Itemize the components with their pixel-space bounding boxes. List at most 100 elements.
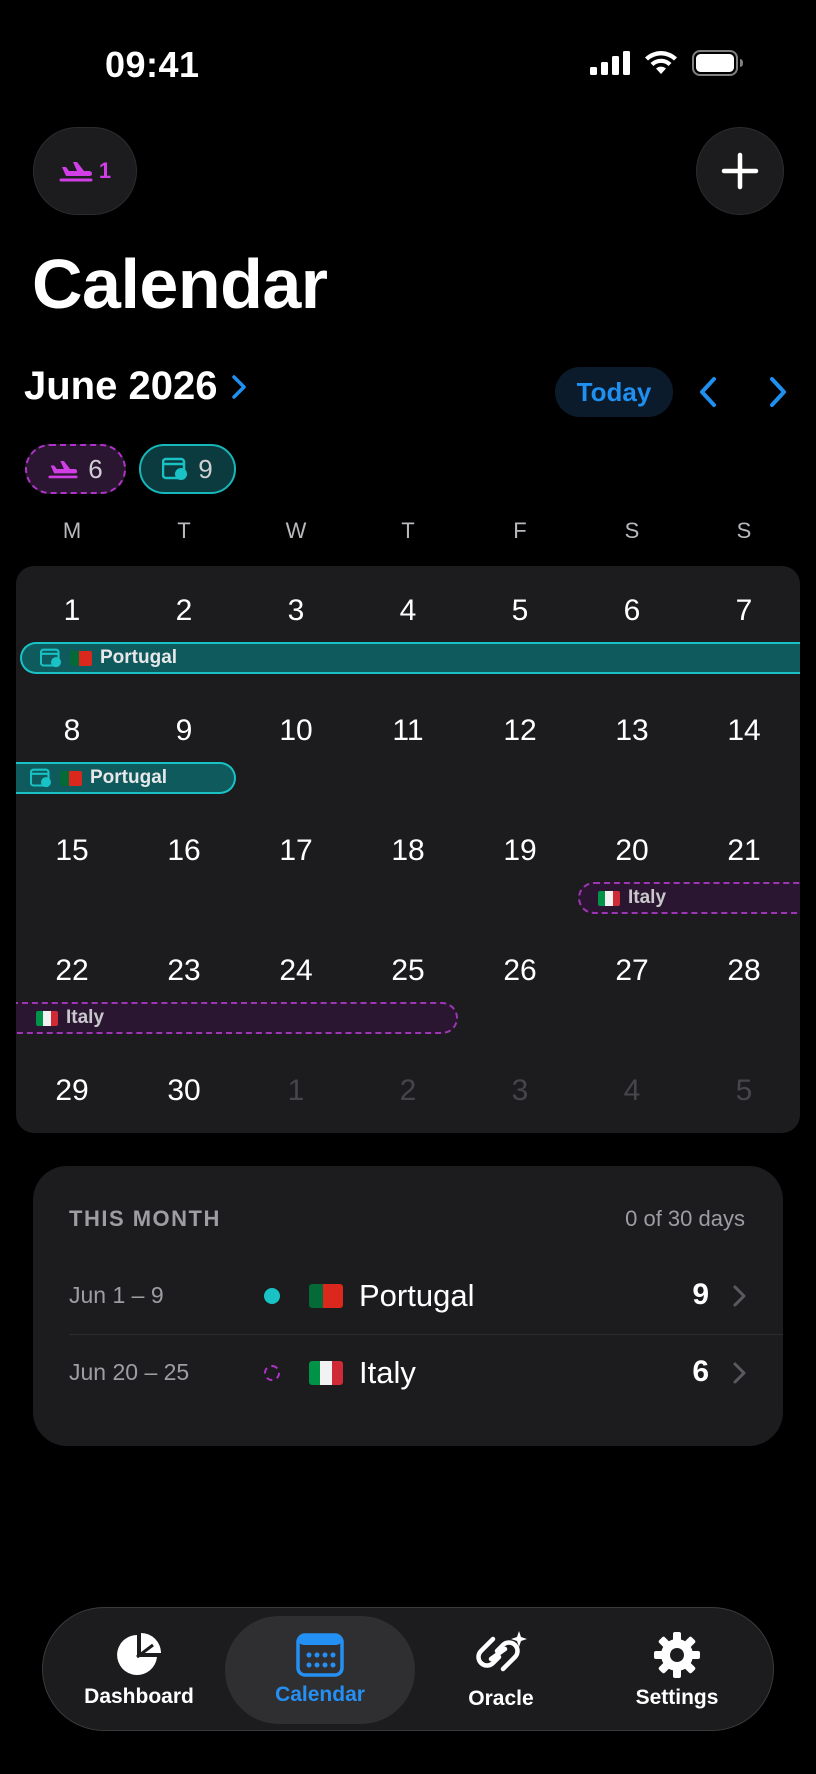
plane-landing-icon <box>59 162 93 182</box>
tab-label: Settings <box>635 1686 719 1709</box>
calendar-day[interactable]: 4 <box>576 1074 688 1108</box>
calendar-day[interactable]: 5 <box>464 594 576 628</box>
trip-country: Portugal <box>359 1278 475 1313</box>
trip-dates: Jun 1 – 9 <box>69 1282 164 1308</box>
summary-trip-row[interactable]: Jun 20 – 25 Italy 6 <box>33 1335 783 1411</box>
calendar-day[interactable]: 24 <box>240 954 352 988</box>
calendar-day[interactable]: 4 <box>352 594 464 628</box>
calendar-day[interactable]: 13 <box>576 714 688 748</box>
calendar-day[interactable]: 14 <box>688 714 800 748</box>
tab-calendar[interactable]: Calendar <box>225 1616 415 1724</box>
portugal-flag-icon <box>309 1284 343 1308</box>
calendar-day[interactable]: 28 <box>688 954 800 988</box>
calendar-day[interactable]: 6 <box>576 594 688 628</box>
calendar-day[interactable]: 1 <box>16 594 128 628</box>
confirmed-trips-filter[interactable]: 9 <box>139 444 236 494</box>
calendar-day[interactable]: 17 <box>240 834 352 868</box>
confirmed-count: 9 <box>198 453 213 484</box>
trip-bar-label: Italy <box>66 1007 105 1028</box>
calendar-check-icon <box>162 457 188 480</box>
status-time: 09:41 <box>105 44 200 85</box>
wifi-icon <box>645 51 677 74</box>
calendar-day[interactable]: 19 <box>464 834 576 868</box>
gear-icon <box>654 1632 700 1678</box>
previous-month-button[interactable] <box>688 372 728 412</box>
chevron-right-icon <box>232 374 247 399</box>
calendar-icon <box>296 1633 344 1677</box>
calendar-day[interactable]: 3 <box>464 1074 576 1108</box>
trip-bar-label: Italy <box>628 887 667 908</box>
weekday-header: M T W T F S S <box>16 518 800 544</box>
pie-chart-icon <box>117 1633 161 1675</box>
tab-label: Calendar <box>275 1683 365 1706</box>
active-trips-count: 1 <box>98 158 112 183</box>
summary-trip-row[interactable]: Jun 1 – 9 Portugal 9 <box>33 1258 783 1334</box>
trip-bar-portugal[interactable]: Portugal <box>16 762 236 794</box>
calendar-day[interactable]: 3 <box>240 594 352 628</box>
weekday-label: F <box>513 518 527 543</box>
tab-settings[interactable]: Settings <box>589 1616 765 1724</box>
calendar-day[interactable]: 22 <box>16 954 128 988</box>
tab-bar: Dashboard Calendar Oracle Settings <box>42 1607 774 1731</box>
calendar-day[interactable]: 25 <box>352 954 464 988</box>
weekday-label: S <box>624 518 640 543</box>
calendar-day[interactable]: 16 <box>128 834 240 868</box>
trip-bar-italy[interactable]: Italy <box>578 882 800 914</box>
calendar-day[interactable]: 20 <box>576 834 688 868</box>
calendar-day[interactable]: 27 <box>576 954 688 988</box>
calendar-day[interactable]: 12 <box>464 714 576 748</box>
oracle-icon <box>476 1631 527 1672</box>
calendar-day[interactable]: 8 <box>16 714 128 748</box>
calendar-day[interactable]: 1 <box>240 1074 352 1108</box>
weekday-label: M <box>62 518 82 543</box>
month-selector[interactable]: June 2026 <box>24 364 247 409</box>
month-grid: 5 4 3 2 1 30 29 28 27 26 25 24 23 22 21 20 19 18 17 16 15 14 1… <box>16 566 800 1133</box>
calendar-day[interactable]: 21 <box>688 834 800 868</box>
plane-landing-icon <box>48 461 78 479</box>
calendar-day[interactable]: 30 <box>128 1074 240 1108</box>
chevron-left-icon <box>700 377 716 407</box>
italy-flag-icon <box>598 890 620 906</box>
plus-icon <box>721 152 759 190</box>
calendar-day[interactable]: 11 <box>352 714 464 748</box>
calendar-check-icon <box>30 768 51 788</box>
tab-label: Dashboard <box>84 1685 194 1708</box>
confirmed-status-dot <box>264 1288 280 1304</box>
calendar-day[interactable]: 9 <box>128 714 240 748</box>
weekday-label: S <box>736 518 752 543</box>
calendar-day[interactable]: 5 <box>688 1074 800 1108</box>
calendar-day[interactable]: 2 <box>352 1074 464 1108</box>
calendar-day[interactable]: 7 <box>688 594 800 628</box>
tab-dashboard[interactable]: Dashboard <box>51 1616 227 1724</box>
portugal-flag-icon <box>70 650 92 666</box>
calendar-day[interactable]: 23 <box>128 954 240 988</box>
trip-bar-label: Portugal <box>100 647 178 668</box>
tab-oracle[interactable]: Oracle <box>413 1616 589 1724</box>
page-title: Calendar <box>32 245 328 323</box>
calendar-day[interactable]: 26 <box>464 954 576 988</box>
trip-bar-portugal[interactable]: Portugal <box>20 642 800 674</box>
battery-icon <box>692 50 743 76</box>
calendar-day[interactable]: 18 <box>352 834 464 868</box>
weekday-label: T <box>177 518 191 543</box>
weekday-label: T <box>401 518 415 543</box>
add-trip-button[interactable] <box>696 127 784 215</box>
calendar-day[interactable]: 29 <box>16 1074 128 1108</box>
chevron-right-icon <box>733 1362 746 1384</box>
trip-bar-label: Portugal <box>90 767 168 788</box>
calendar-day[interactable]: 15 <box>16 834 128 868</box>
summary-heading: THIS MONTH <box>69 1206 221 1231</box>
trip-bar-italy[interactable]: Italy <box>16 1002 458 1034</box>
next-month-button[interactable] <box>758 372 798 412</box>
italy-flag-icon <box>309 1361 343 1385</box>
italy-flag-icon <box>36 1010 58 1026</box>
trip-day-count: 9 <box>692 1278 709 1311</box>
calendar-day[interactable]: 2 <box>128 594 240 628</box>
chevron-right-icon <box>733 1285 746 1307</box>
weekday-label: W <box>285 518 307 543</box>
calendar-day[interactable]: 10 <box>240 714 352 748</box>
trip-country: Italy <box>359 1355 416 1390</box>
today-button[interactable]: Today <box>555 367 673 417</box>
active-trips-button[interactable]: 1 <box>33 127 137 215</box>
planned-trips-filter[interactable]: 6 <box>25 444 126 494</box>
